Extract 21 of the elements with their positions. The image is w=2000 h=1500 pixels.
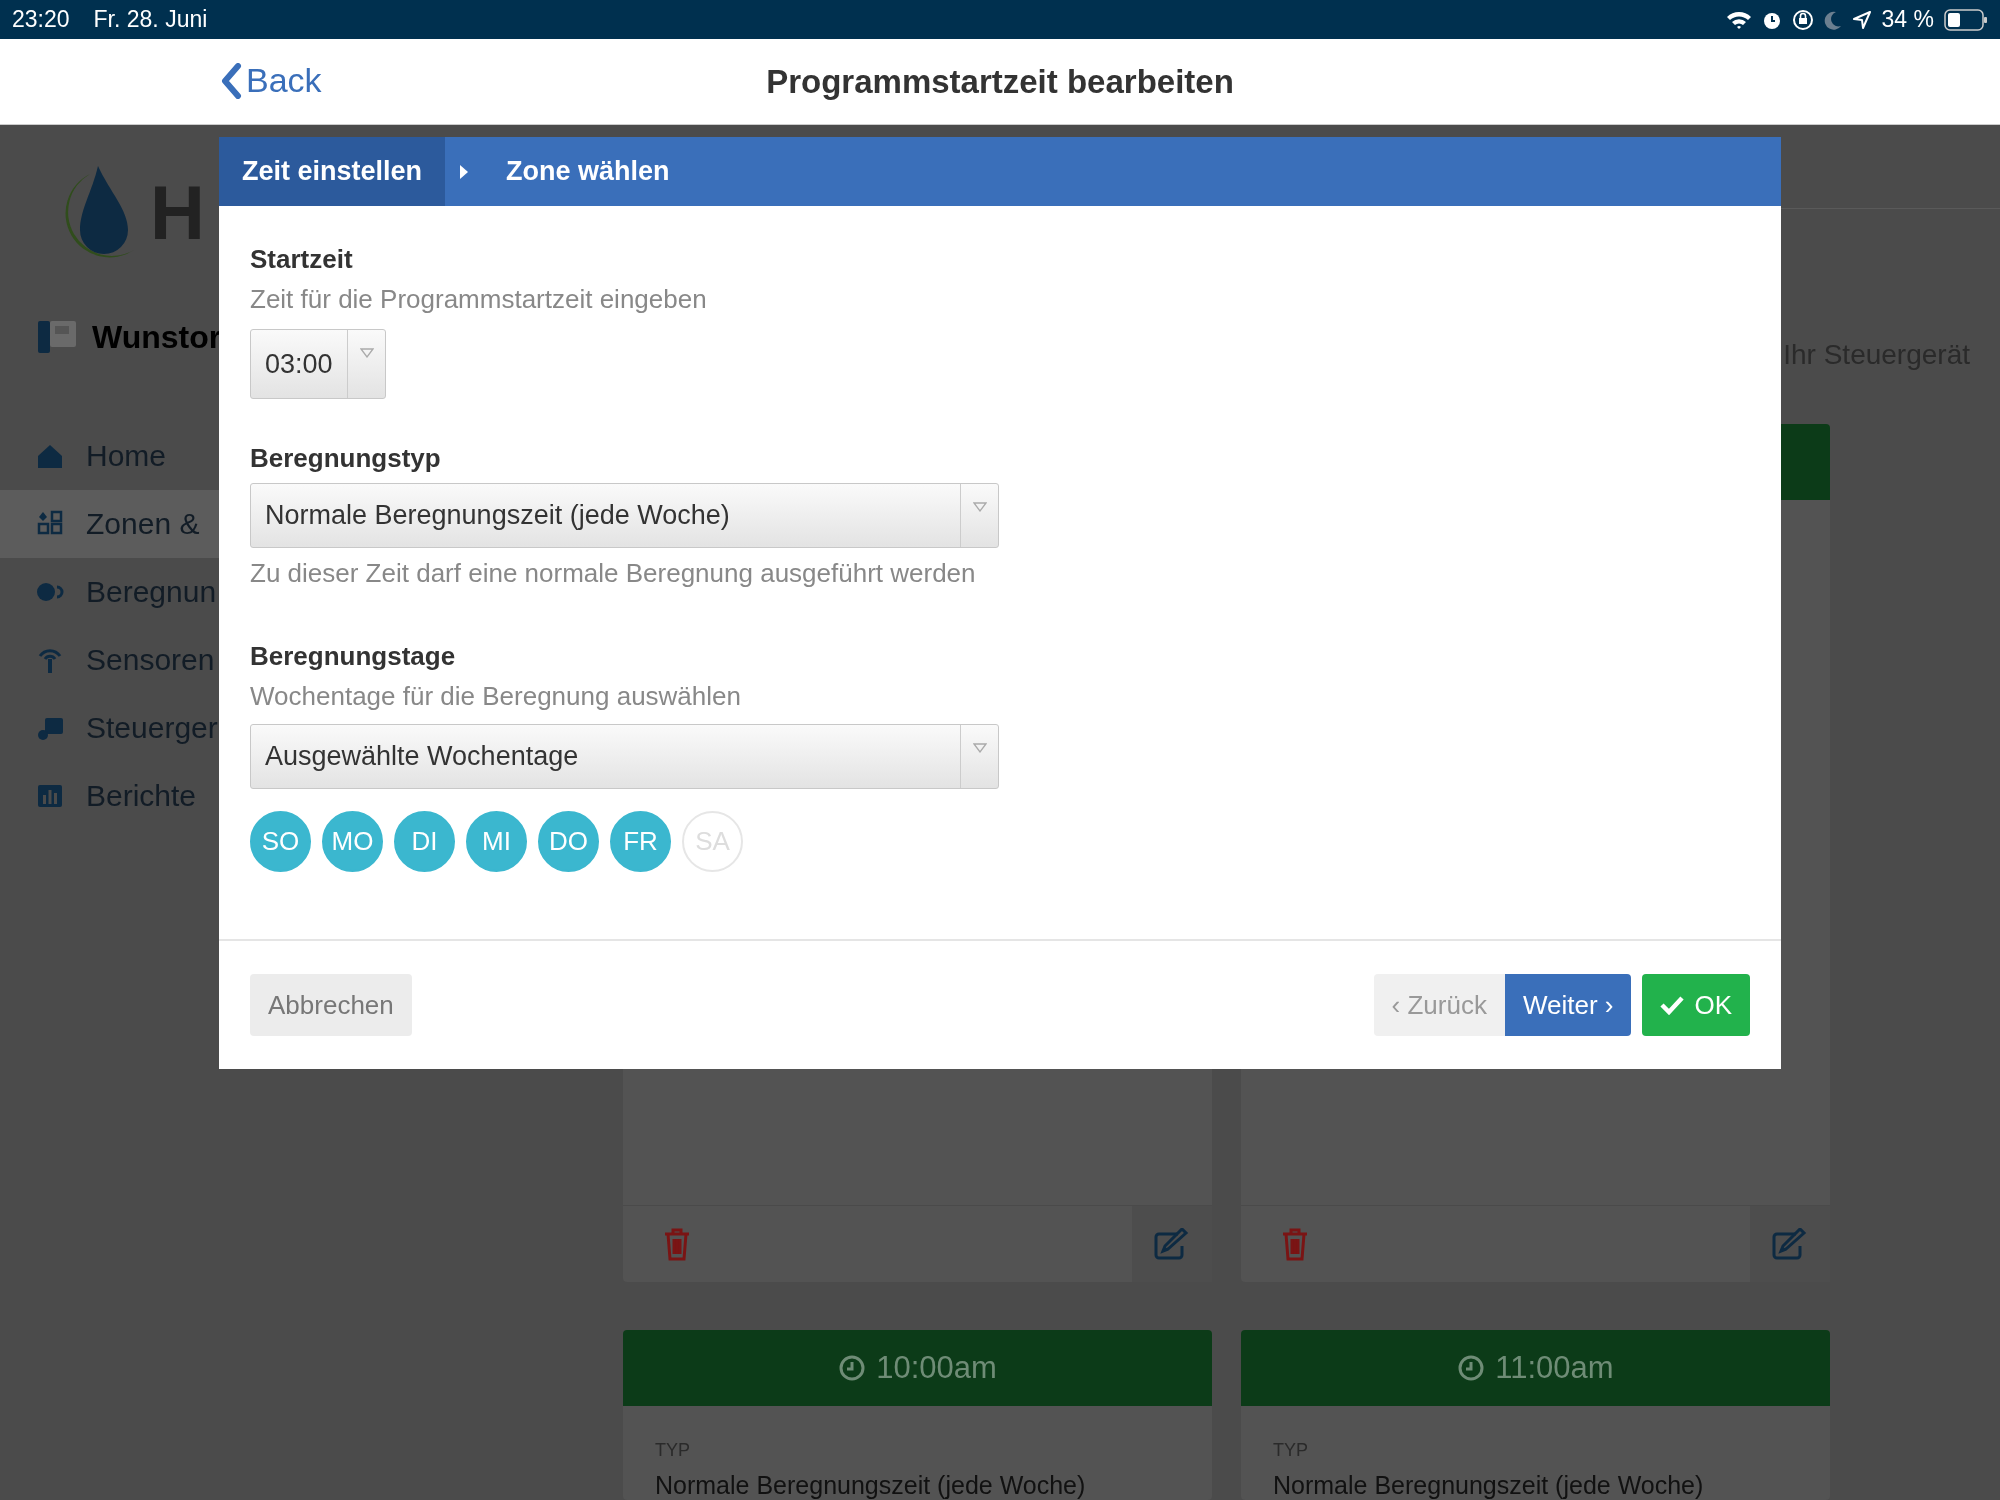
battery-percent: 34 % (1881, 6, 1934, 33)
sidebar-label: Home (86, 439, 167, 473)
field-hint: Wochentage für die Beregnung auswählen (250, 681, 742, 712)
sidebar-label: Zonen & (86, 507, 200, 541)
type-value: Normale Beregnungszeit (jede Woche) (1273, 1471, 1705, 1500)
sidebar-label: Beregnun (86, 575, 217, 609)
field-label: Beregnungstyp (250, 443, 442, 474)
type-value: Normale Beregnungszeit (jede Woche) (655, 1471, 1087, 1500)
field-label: Startzeit (250, 244, 354, 275)
field-label: Beregnungstage (250, 641, 457, 672)
sidebar-label: Steuerger (86, 711, 218, 745)
clock-time: 23:20 (12, 6, 70, 33)
field-hint: Zeit für die Programmstartzeit eingeben (250, 284, 708, 315)
field-hint: Zu dieser Zeit darf eine normale Beregnung ausgeführt werden (250, 558, 977, 589)
status-date: Fr. 28. Juni (93, 6, 208, 33)
sidebar-label: Sensoren (86, 643, 215, 677)
device-name: Wunstor (92, 318, 222, 356)
sidebar-label: Berichte (86, 779, 197, 813)
start-time: 10:00am (876, 1350, 997, 1386)
page-title: Programmstartzeit bearbeiten (766, 62, 1234, 101)
start-time: 11:00am (1495, 1350, 1614, 1386)
